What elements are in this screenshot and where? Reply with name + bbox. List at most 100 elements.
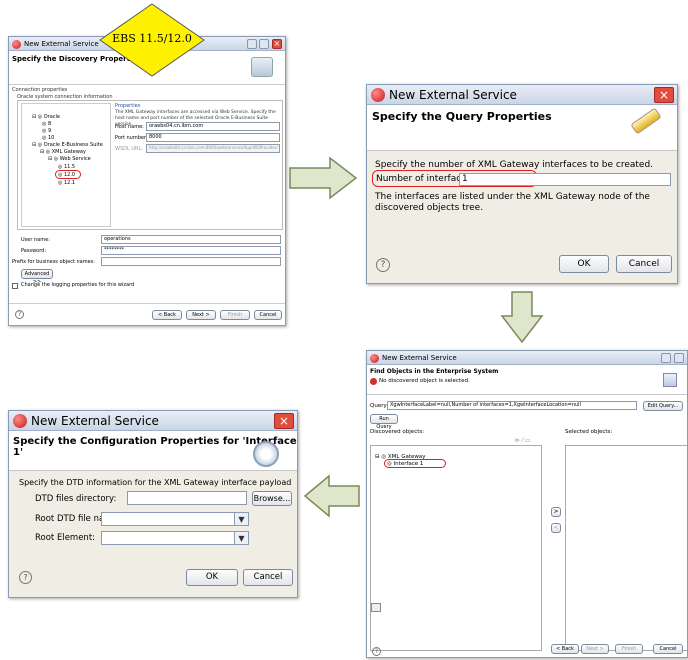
- minimize-button[interactable]: [661, 353, 671, 363]
- close-button[interactable]: ×: [274, 413, 294, 429]
- gear-icon: [253, 441, 279, 467]
- maximize-button[interactable]: [259, 39, 269, 49]
- callout-text: EBS 11.5/12.0: [112, 32, 192, 45]
- help-icon[interactable]: ?: [376, 258, 390, 272]
- next-button[interactable]: Next >: [186, 310, 216, 320]
- window-title: New External Service: [389, 88, 517, 102]
- interface-highlight: [384, 459, 446, 468]
- page-title: Find Objects in the Enterprise System: [370, 368, 499, 375]
- cancel-button[interactable]: Cancel: [653, 644, 683, 654]
- wizard-header: Specify the Query Properties: [367, 105, 677, 151]
- password-label: Password:: [21, 248, 47, 254]
- dtd-description: Specify the DTD information for the XML …: [19, 478, 292, 487]
- maximize-button[interactable]: [674, 353, 684, 363]
- finish-button[interactable]: Finish: [615, 644, 643, 654]
- window-title: New External Service: [24, 40, 99, 48]
- cancel-button[interactable]: Cancel: [254, 310, 282, 320]
- help-icon[interactable]: ?: [15, 310, 24, 319]
- app-icon: [371, 88, 385, 102]
- app-icon: [12, 40, 21, 49]
- back-button[interactable]: < Back: [152, 310, 182, 320]
- tree-item-ebs[interactable]: ⊟ ◎ Oracle E-Business Suite: [32, 142, 103, 148]
- wizard-header: Specify the Configuration Properties for…: [9, 431, 297, 471]
- properties-icon[interactable]: [371, 603, 381, 612]
- user-name-field[interactable]: operations: [101, 235, 281, 244]
- status-message: No discovered object is selected.: [379, 378, 470, 384]
- arrow-down: [500, 291, 544, 344]
- app-icon: [370, 354, 379, 363]
- selected-label: Selected objects:: [565, 429, 613, 435]
- section-label: Connection properties: [12, 87, 68, 93]
- window-titlebar[interactable]: New External Service: [367, 351, 687, 365]
- logging-checkbox[interactable]: [12, 283, 18, 289]
- query-field[interactable]: XgwInterfaceLabel=null,Number of interfa…: [387, 401, 637, 410]
- wizard-header: Find Objects in the Enterprise System No…: [367, 365, 687, 395]
- tree-item-xml-gateway[interactable]: ⊟ ◎ XML Gateway: [40, 149, 86, 155]
- tree-item-10[interactable]: ◎ 10: [42, 135, 54, 141]
- number-of-interfaces-field[interactable]: 1: [459, 173, 671, 186]
- port-number-field[interactable]: 8000: [146, 133, 280, 142]
- root-dtd-select[interactable]: ▼: [101, 512, 249, 526]
- user-label: User name:: [21, 237, 50, 243]
- help-icon[interactable]: ?: [19, 571, 32, 584]
- help-icon[interactable]: ?: [372, 647, 381, 656]
- chevron-down-icon[interactable]: ▼: [234, 513, 248, 525]
- tree-item-web-service[interactable]: ⊟ ◎ Web Service: [48, 156, 91, 162]
- password-field[interactable]: ********: [101, 246, 281, 255]
- discovered-tree[interactable]: ⊟ ◎ XML Gateway ◎ Interface 1: [370, 445, 542, 651]
- tree-item-8[interactable]: ◎ 8: [42, 121, 51, 127]
- arrow-right: [289, 156, 358, 200]
- selection-highlight: [55, 170, 81, 179]
- dtd-dir-label: DTD files directory:: [35, 494, 117, 504]
- query-properties-window: New External Service × Specify the Query…: [366, 84, 678, 284]
- page-title: Specify the Query Properties: [372, 110, 552, 123]
- ok-button[interactable]: OK: [186, 569, 238, 586]
- host-label: Host name:: [115, 124, 144, 130]
- advanced-button[interactable]: Advanced >>: [21, 269, 53, 285]
- close-button[interactable]: ×: [272, 39, 282, 49]
- query-label: Query:: [370, 403, 389, 409]
- run-query-button[interactable]: Run Query: [370, 414, 398, 430]
- wsdl-label: WSDL URL:: [115, 146, 143, 152]
- properties-title: Properties: [115, 103, 141, 109]
- button-bar: ? < Back Next > Finish Cancel: [9, 303, 285, 325]
- window-titlebar[interactable]: New External Service ×: [367, 85, 677, 105]
- remove-button[interactable]: <: [551, 523, 561, 533]
- ok-button[interactable]: OK: [559, 255, 609, 273]
- arrow-left: [303, 474, 360, 518]
- browse-button[interactable]: Browse...: [252, 491, 292, 506]
- cancel-button[interactable]: Cancel: [616, 255, 672, 273]
- content-area: Connection properties Oracle system conn…: [9, 85, 285, 303]
- cancel-button[interactable]: Cancel: [243, 569, 293, 586]
- back-button[interactable]: < Back: [551, 644, 579, 654]
- root-element-label: Root Element:: [35, 533, 96, 543]
- next-button[interactable]: Next >: [581, 644, 609, 654]
- add-button[interactable]: >: [551, 507, 561, 517]
- chevron-down-icon[interactable]: ▼: [234, 532, 248, 544]
- window-titlebar[interactable]: New External Service ×: [9, 411, 297, 431]
- host-name-field[interactable]: oraebs04.cn.ibm.com: [146, 122, 280, 131]
- error-icon: [370, 378, 377, 385]
- root-element-select[interactable]: ▼: [101, 531, 249, 545]
- tree-item-oracle[interactable]: ⊟ ◎ Oracle: [32, 114, 60, 120]
- minimize-button[interactable]: [247, 39, 257, 49]
- tree-item-12-1[interactable]: ◎ 12.1: [58, 180, 75, 186]
- discovered-toolbar-icons[interactable]: ⊳ ⁄ ▭: [515, 437, 531, 444]
- interfaces-note: The interfaces are listed under the XML …: [375, 192, 650, 213]
- wizard-banner-icon: [251, 57, 273, 77]
- app-icon: [13, 414, 27, 428]
- edit-query-button[interactable]: Edit Query...: [643, 401, 683, 411]
- system-tree[interactable]: ⊟ ◎ Oracle ◎ 8 ◎ 9 ◎ 10 ⊟ ◎ Oracle E-Bus…: [21, 103, 111, 227]
- dtd-directory-field[interactable]: [127, 491, 247, 505]
- connector-icon: [663, 373, 677, 387]
- close-button[interactable]: ×: [654, 87, 674, 103]
- find-objects-window: New External Service Find Objects in the…: [366, 350, 688, 658]
- logging-label: Change the logging properties for this w…: [21, 282, 135, 288]
- tree-item-9[interactable]: ◎ 9: [42, 128, 51, 134]
- selected-objects-list[interactable]: [565, 445, 687, 651]
- discovered-label: Discovered objects:: [370, 429, 425, 435]
- window-title: New External Service: [382, 354, 457, 362]
- wsdl-url-field: http://oraebs04.cn.ibm.com:8000/webservi…: [146, 144, 280, 153]
- prefix-field[interactable]: [101, 257, 281, 266]
- finish-button[interactable]: Finish: [220, 310, 250, 320]
